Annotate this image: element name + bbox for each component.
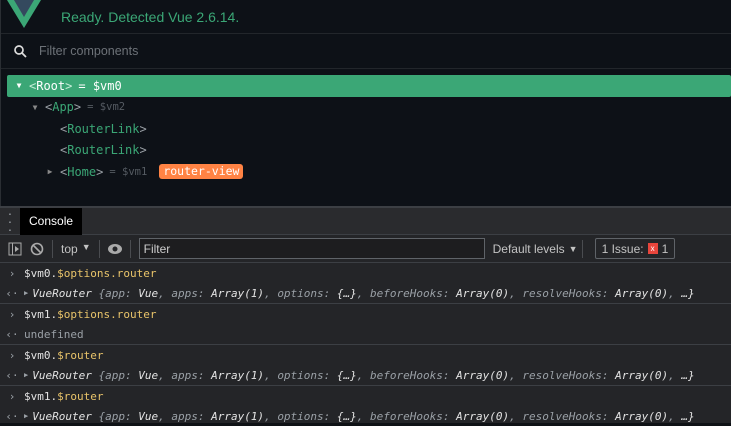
output-arrow-icon: ‹·	[5, 368, 19, 382]
devtools-header: Ready. Detected Vue 2.6.14.	[1, 0, 731, 34]
console-entry: › $vm1. $options.router ‹· undefined	[0, 304, 731, 345]
filter-components-bar	[1, 34, 731, 69]
default-levels-dropdown[interactable]: Default levels ▼	[493, 242, 578, 256]
console-input-line: › $vm1. $options.router	[0, 304, 731, 324]
tab-console[interactable]: Console	[20, 207, 83, 235]
vue-devtools-panel: Ready. Detected Vue 2.6.14. ▼ <Root> = $…	[0, 0, 731, 206]
console-input-line: › $vm0. $options.router	[0, 263, 731, 283]
output-arrow-icon: ‹·	[5, 286, 19, 300]
tree-node-app[interactable]: ▼ < App > = $vm2	[1, 97, 731, 119]
collapse-arrow-icon[interactable]: ▶	[44, 167, 56, 176]
issues-button[interactable]: 1 Issue: x 1	[594, 238, 676, 259]
input-prompt-icon: ›	[8, 266, 16, 280]
more-menu-icon[interactable]: · · ·	[0, 206, 20, 236]
status-text: Ready. Detected Vue 2.6.14.	[61, 8, 240, 25]
expand-object-icon: ▶	[24, 289, 29, 297]
expand-arrow-icon[interactable]: ▼	[13, 81, 25, 90]
console-entry: › $vm1. $router ‹· ▶ VueRouter {app: Vue, ap…	[0, 386, 731, 426]
sidebar-toggle-icon[interactable]	[4, 242, 26, 256]
console-drawer: ··· Console top▼ Default levels▼ 1 Issue…	[0, 206, 731, 423]
component-tree: ▼ < Root > = $vm0 ▼ < App > = $vm2 < RouterLi…	[1, 69, 731, 183]
console-entry: › $vm0. $options.router ‹· ▶ VueRouter {app:…	[0, 263, 731, 304]
tree-node-root[interactable]: ▼ < Root > = $vm0	[7, 75, 731, 97]
console-output-line[interactable]: ‹· ▶ VueRouter {app: Vue, apps: Array(1), …	[0, 406, 731, 426]
console-filter-input[interactable]	[138, 238, 485, 259]
input-prompt-icon: ›	[8, 348, 16, 362]
router-view-badge: router-view	[159, 164, 244, 180]
tree-node-routerlink[interactable]: < RouterLink >	[1, 140, 731, 162]
tree-node-home[interactable]: ▶ < Home > = $vm1 router-view	[1, 161, 731, 183]
output-arrow-icon: ‹·	[5, 409, 19, 423]
input-prompt-icon: ›	[8, 307, 16, 321]
clear-console-icon[interactable]	[26, 242, 48, 256]
filter-components-input[interactable]	[39, 44, 339, 58]
input-prompt-icon: ›	[8, 389, 16, 403]
console-output-line: ‹· undefined	[0, 324, 731, 344]
console-output-line[interactable]: ‹· ▶ VueRouter {app: Vue, apps: Array(1), …	[0, 365, 731, 385]
output-arrow-icon: ‹·	[5, 327, 19, 341]
search-icon	[1, 44, 39, 58]
console-input-line: › $vm1. $router	[0, 386, 731, 406]
console-entry: › $vm0. $router ‹· ▶ VueRouter {app: Vue, ap…	[0, 345, 731, 386]
tree-node-routerlink[interactable]: < RouterLink >	[1, 118, 731, 140]
console-toolbar: top▼ Default levels▼ 1 Issue:x1	[0, 235, 731, 263]
expand-object-icon: ▶	[24, 371, 29, 379]
expand-object-icon: ▶	[24, 412, 29, 420]
context-select[interactable]: top ▼	[57, 242, 95, 256]
expand-arrow-icon[interactable]: ▼	[29, 103, 41, 112]
console-output-line[interactable]: ‹· ▶ VueRouter {app: Vue, apps: Array(1), …	[0, 283, 731, 303]
drawer-tabbar: · · · Console	[0, 206, 731, 236]
issue-flag-icon: x	[647, 243, 658, 254]
console-input-line: › $vm0. $router	[0, 345, 731, 365]
live-expression-eye-icon[interactable]	[104, 243, 126, 255]
vue-logo-icon	[1, 0, 47, 34]
